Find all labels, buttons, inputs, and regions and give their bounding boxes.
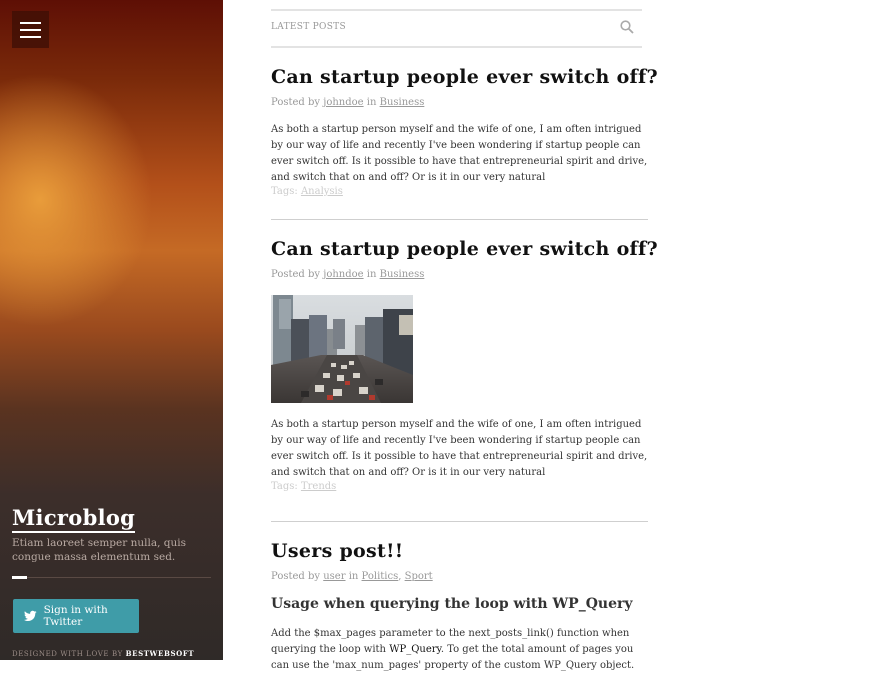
credit-brand-link[interactable]: BESTWEBSOFT (126, 649, 195, 658)
sidebar-divider-accent (12, 576, 27, 579)
city-traffic-photo[interactable] (271, 295, 413, 403)
post-card: Users post!! Posted by user in Politics,… (271, 540, 648, 674)
sidebar-divider (12, 577, 211, 578)
author-link[interactable]: johndoe (323, 269, 363, 280)
in-label: in (366, 97, 377, 108)
post-title[interactable]: Can startup people ever switch off? (271, 66, 658, 88)
post-card: Can startup people ever switch off? Post… (271, 66, 658, 197)
post-title[interactable]: Users post!! (271, 540, 648, 562)
excerpt-code: WP_Query (389, 644, 441, 655)
footer-credit: DESIGNED WITH LOVE BY BESTWEBSOFT (12, 649, 194, 658)
post-meta: Posted by user in Politics, Sport (271, 571, 648, 582)
twitter-bird-icon (24, 610, 37, 622)
tags-label: Tags: (271, 481, 298, 492)
twitter-signin-button[interactable]: Sign in with Twitter (13, 599, 139, 633)
tags-label: Tags: (271, 186, 298, 197)
latest-posts-label: LATEST POSTS (271, 22, 346, 32)
tag-link[interactable]: Analysis (301, 186, 343, 197)
site-title[interactable]: Microblog (12, 505, 136, 533)
post-excerpt: As both a startup person myself and the … (271, 419, 648, 478)
posted-by-label: Posted by (271, 269, 321, 280)
search-icon[interactable] (620, 20, 634, 34)
hamburger-icon[interactable] (12, 11, 49, 48)
site-description: Etiam laoreet semper nulla, quis congue … (12, 537, 186, 563)
post-meta: Posted by johndoe in Business (271, 97, 648, 108)
post-tags: Tags: Analysis (271, 186, 648, 197)
category-separator: , (398, 571, 402, 582)
post-card: Can startup people ever switch off? Post… (271, 238, 658, 492)
post-excerpt: As both a startup person myself and the … (271, 124, 648, 183)
post-subheading: Usage when querying the loop with WP_Que… (271, 596, 633, 612)
latest-posts-bar: LATEST POSTS (271, 9, 642, 48)
category-link[interactable]: Politics (362, 571, 399, 582)
sidebar: Microblog Etiam laoreet semper nulla, qu… (0, 0, 223, 660)
posted-by-label: Posted by (271, 97, 321, 108)
post-title[interactable]: Can startup people ever switch off? (271, 238, 658, 260)
category-link[interactable]: Sport (405, 571, 433, 582)
post-divider (271, 521, 648, 522)
in-label: in (366, 269, 377, 280)
author-link[interactable]: user (323, 571, 345, 582)
post-excerpt: Add the $max_pages parameter to the next… (271, 626, 648, 674)
posted-by-label: Posted by (271, 571, 321, 582)
category-link[interactable]: Business (380, 269, 425, 280)
author-link[interactable]: johndoe (323, 97, 363, 108)
post-tags: Tags: Trends (271, 481, 648, 492)
in-label: in (348, 571, 359, 582)
twitter-signin-label: Sign in with Twitter (43, 604, 108, 628)
post-divider (271, 219, 648, 220)
credit-prefix: DESIGNED WITH LOVE BY (12, 650, 123, 658)
tag-link[interactable]: Trends (301, 481, 336, 492)
category-link[interactable]: Business (380, 97, 425, 108)
post-meta: Posted by johndoe in Business (271, 269, 648, 280)
